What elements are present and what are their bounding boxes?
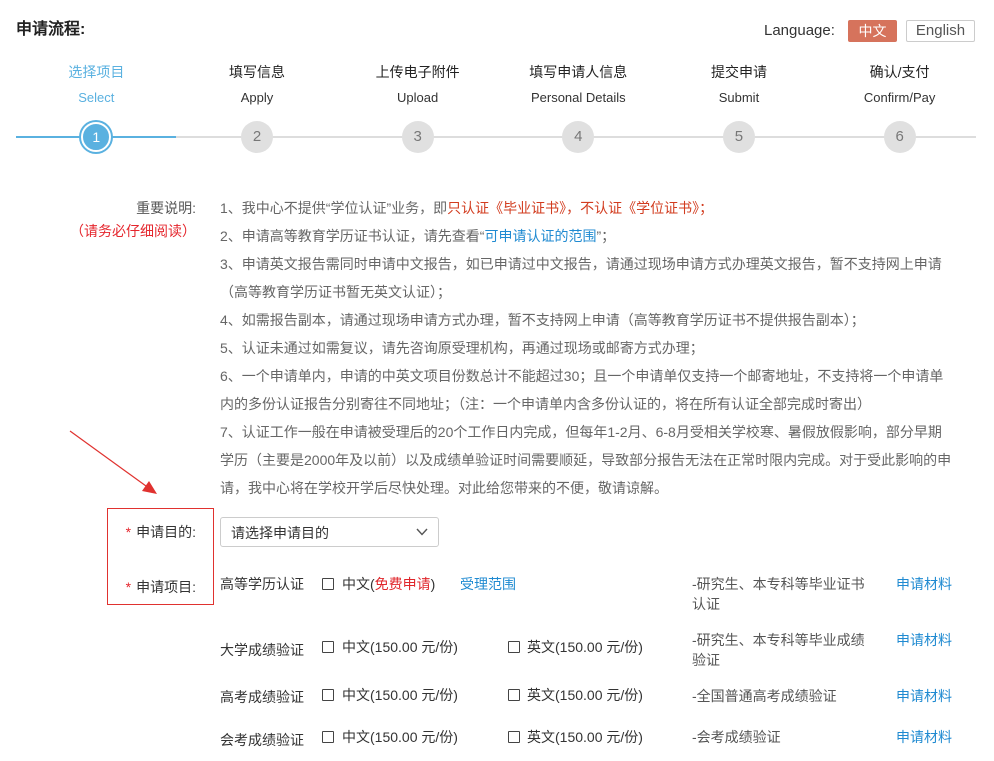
en-option-label: 英文(150.00 元/份) <box>527 639 643 655</box>
step-label-zh: 提交申请 <box>710 64 767 80</box>
step-number: 2 <box>240 121 273 153</box>
note-text: 2、申请高等教育学历证书认证，请先查看“ <box>220 228 485 244</box>
note-item: 2、申请高等教育学历证书认证，请先查看“可申请认证的范围”； <box>220 222 953 250</box>
note-text: 1、我中心不提供“学位认证”业务，即 <box>220 200 448 216</box>
purpose-select[interactable]: 请选择申请目的 <box>220 517 439 547</box>
materials-link[interactable]: 申请材料 <box>896 686 952 706</box>
en-option-label: 英文(150.00 元/份) <box>527 687 643 703</box>
note-item: 7、认证工作一般在申请被受理后的20个工作日内完成，但每年1-2月、6-8月受相… <box>220 424 952 496</box>
chevron-down-icon <box>416 528 428 536</box>
zh-checkbox[interactable] <box>322 578 334 590</box>
en-checkbox[interactable] <box>508 641 520 653</box>
step-number: 4 <box>562 121 595 153</box>
note-text-after: ”； <box>596 228 616 244</box>
zh-checkbox[interactable] <box>322 731 334 743</box>
en-checkbox[interactable] <box>508 731 520 743</box>
zh-option-suffix: ) <box>430 576 436 592</box>
notes-label: 重要说明: <box>136 200 196 216</box>
page-title: 申请流程: <box>16 21 86 38</box>
step-submit: 提交申请 Submit 5 <box>659 60 820 160</box>
note-item: 6、一个申请单内，申请的中英文项目份数总计不能超过30；且一个申请单仅支持一个邮… <box>220 368 944 412</box>
en-option-label: 英文(150.00 元/份) <box>527 729 643 745</box>
project-row-gaokao: 高考成绩验证 中文(150.00 元/份) 英文(150.00 元/份) -全国… <box>0 680 994 720</box>
step-label-zh: 填写信息 <box>228 64 285 80</box>
language-en-button[interactable]: English <box>906 20 975 42</box>
project-name: 大学成绩验证 <box>220 642 304 658</box>
zh-option-label: 中文(150.00 元/份) <box>342 729 458 745</box>
note-item: 3、申请英文报告需同时申请中文报告，如已申请过中文报告，请通过现场申请方式办理英… <box>220 256 942 300</box>
zh-option-label: 中文(免费申请) <box>342 574 435 594</box>
scope-link[interactable]: 受理范围 <box>460 574 516 594</box>
zh-option-prefix: 中文( <box>342 576 375 592</box>
arrow-head-icon <box>142 481 157 494</box>
project-row-huikao: 会考成绩验证 中文(150.00 元/份) 英文(150.00 元/份) -会考… <box>0 722 994 761</box>
step-progress: 选择项目 Select 1 填写信息 Apply 2 上传电子附件 Upload… <box>16 60 980 160</box>
step-personal-details: 填写申请人信息 Personal Details 4 <box>498 60 659 160</box>
step-label-en: Personal Details <box>530 90 626 105</box>
note-item: 4、如需报告副本，请通过现场申请方式办理，暂不支持网上申请（高等教育学历证书不提… <box>220 312 865 328</box>
arrow-icon <box>69 430 147 487</box>
note-item: 1、我中心不提供“学位认证”业务，即只认证《毕业证书》，不认证《学位证书》； <box>220 194 953 222</box>
step-label-zh: 上传电子附件 <box>375 64 460 80</box>
project-description: -研究生、本专科等毕业成绩验证 <box>692 632 865 668</box>
language-zh-button[interactable]: 中文 <box>848 20 897 42</box>
zh-option-label: 中文(150.00 元/份) <box>342 639 458 655</box>
project-name: 高考成绩验证 <box>220 689 304 705</box>
note-item: 5、认证未通过如需复议，请先咨询原受理机构，再通过现场或邮寄方式办理； <box>220 340 704 356</box>
zh-checkbox[interactable] <box>322 689 334 701</box>
project-description: -全国普通高考成绩验证 <box>692 688 837 704</box>
note-highlight: 只认证《毕业证书》，不认证《学位证书》； <box>447 200 714 216</box>
step-label-zh: 填写申请人信息 <box>529 64 628 80</box>
project-row-university-transcript: 大学成绩验证 中文(150.00 元/份) 英文(150.00 元/份) -研究… <box>0 626 994 668</box>
language-label: Language: <box>764 22 835 39</box>
notes-list: 1、我中心不提供“学位认证”业务，即只认证《毕业证书》，不认证《学位证书》； 2… <box>220 194 953 502</box>
step-number: 5 <box>722 121 755 153</box>
step-apply: 填写信息 Apply 2 <box>177 60 338 160</box>
step-label-en: Submit <box>718 90 760 105</box>
free-badge: 免费申请 <box>374 576 431 592</box>
materials-link[interactable]: 申请材料 <box>896 574 952 594</box>
step-label-en: Confirm/Pay <box>863 90 936 105</box>
en-checkbox[interactable] <box>508 689 520 701</box>
project-description: -会考成绩验证 <box>692 729 781 745</box>
step-number: 6 <box>883 121 916 153</box>
step-label-en: Apply <box>240 90 274 105</box>
annotation-box <box>107 508 214 605</box>
project-name: 高等学历认证 <box>220 576 304 592</box>
scope-link[interactable]: 可申请认证的范围 <box>484 228 596 244</box>
zh-option-label: 中文(150.00 元/份) <box>342 687 458 703</box>
step-number: 1 <box>81 122 112 152</box>
materials-link[interactable]: 申请材料 <box>896 630 952 650</box>
materials-link[interactable]: 申请材料 <box>896 727 952 747</box>
project-name: 会考成绩验证 <box>220 732 304 748</box>
step-confirm-pay: 确认/支付 Confirm/Pay 6 <box>819 60 980 160</box>
step-label-en: Select <box>78 90 115 105</box>
step-upload: 上传电子附件 Upload 3 <box>337 60 498 160</box>
step-select: 选择项目 Select 1 <box>16 60 177 160</box>
project-description: -研究生、本专科等毕业证书认证 <box>692 576 865 612</box>
purpose-select-value: 请选择申请目的 <box>231 525 329 541</box>
step-label-en: Upload <box>397 90 439 105</box>
zh-checkbox[interactable] <box>322 641 334 653</box>
step-label-zh: 确认/支付 <box>869 64 930 80</box>
notes-warning: （请务必仔细阅读） <box>70 223 196 239</box>
step-label-zh: 选择项目 <box>68 64 125 80</box>
step-number: 3 <box>401 121 434 153</box>
